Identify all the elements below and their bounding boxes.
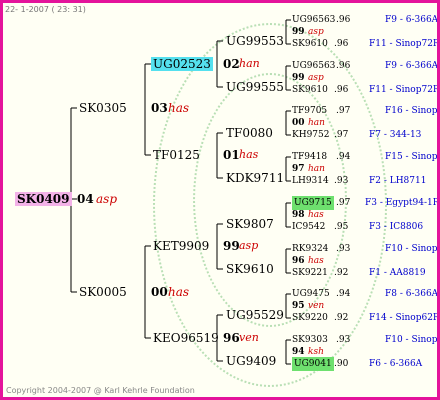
gen4-6-dam-pct: .92 xyxy=(334,313,349,323)
gen4-3-dam-pct: .93 xyxy=(334,176,349,186)
gen4-2-dam-pct: .97 xyxy=(334,130,349,140)
gen4-0-dam-pct: .96 xyxy=(334,39,349,49)
gen3-2-sire[interactable]: SK9807 xyxy=(226,217,274,231)
gen4-6-sire-src: F8 - 6-366A xyxy=(385,289,439,299)
gen3-3-race: ven xyxy=(239,331,259,344)
gen4-0-dam[interactable]: SK9610 xyxy=(292,37,328,51)
pedigree-frame: 22- 1-2007 ( 23: 31) SK0409 04 asp SK030… xyxy=(0,0,440,400)
gen4-1-sire-src: F9 - 6-366A xyxy=(385,61,439,71)
root-race: asp xyxy=(96,192,117,206)
gen4-3-sire-src: F15 - Sinop62R xyxy=(385,152,438,162)
gen4-4-dam-pct: .95 xyxy=(334,222,349,232)
gen3-1-num: 01 xyxy=(223,148,240,162)
gen4-3-sire-pct: .94 xyxy=(336,152,351,162)
gen2-1-num: 00 xyxy=(151,285,168,299)
gen4-0-sire-src: F9 - 6-366A xyxy=(385,15,439,25)
gen3-1-sire[interactable]: TF0080 xyxy=(226,126,273,140)
gen3-0-num: 02 xyxy=(223,57,240,71)
gen4-2-sire-pct: .97 xyxy=(336,106,351,116)
gen4-5-sire-pct: .93 xyxy=(336,244,351,254)
gen4-3-dam-src: F2 - LH8711 xyxy=(369,176,427,186)
gen2-1-race: has xyxy=(168,285,190,299)
gen4-7-dam[interactable]: UG9041 xyxy=(292,357,334,371)
gen4-7-sire-pct: .93 xyxy=(336,335,351,345)
gen1-dam[interactable]: SK0005 xyxy=(79,285,127,299)
gen4-3-dam[interactable]: LH9314 xyxy=(292,174,329,188)
gen3-2-dam[interactable]: SK9610 xyxy=(226,262,274,276)
gen4-4-sire-pct: .97 xyxy=(336,198,351,208)
gen4-4-dam[interactable]: IC9542 xyxy=(292,220,325,234)
gen4-5-dam-src: F1 - AA8819 xyxy=(369,268,426,278)
root-num: 04 xyxy=(77,192,94,206)
root-ring[interactable]: SK0409 xyxy=(15,192,72,206)
gen4-7-dam-pct: .90 xyxy=(334,359,349,369)
gen4-4-sire-src: F3 - Egypt94-1R xyxy=(365,198,440,208)
gen4-1-dam-pct: .96 xyxy=(334,85,349,95)
gen4-6-dam-src: F14 - Sinop62R xyxy=(369,313,440,323)
gen3-2-race: asp xyxy=(239,239,259,252)
gen2-0-dam[interactable]: TF0125 xyxy=(153,148,200,162)
copyright-footer: Copyright 2004-2007 @ Karl Kehrle Founda… xyxy=(6,386,195,395)
gen3-3-sire[interactable]: UG95529 xyxy=(226,308,284,322)
gen3-3-dam[interactable]: UG9409 xyxy=(226,354,276,368)
gen4-2-sire-src: F16 - Sinop62R xyxy=(385,106,438,116)
gen4-1-dam-src: F11 - Sinop72R xyxy=(369,85,440,95)
gen4-1-sire-pct: .96 xyxy=(336,61,351,71)
gen4-1-dam[interactable]: SK9610 xyxy=(292,83,328,97)
gen4-6-sire-pct: .94 xyxy=(336,289,351,299)
gen3-0-sire[interactable]: UG99553 xyxy=(226,34,284,48)
gen4-2-dam[interactable]: KH9752 xyxy=(292,128,329,142)
gen4-7-sire-src: F10 - Sinop72R xyxy=(385,335,438,345)
gen4-5-sire-src: F10 - Sinop72R xyxy=(385,244,438,254)
gen2-1-sire[interactable]: KET9909 xyxy=(153,239,209,253)
gen4-0-dam-src: F11 - Sinop72R xyxy=(369,39,440,49)
gen4-0-sire-pct: .96 xyxy=(336,15,351,25)
gen1-sire[interactable]: SK0305 xyxy=(79,101,127,115)
gen4-4-dam-src: F3 - IC8806 xyxy=(369,222,424,232)
gen2-0-sire[interactable]: UG02523 xyxy=(151,57,213,71)
gen4-5-dam[interactable]: SK9221 xyxy=(292,266,328,280)
gen3-3-num: 96 xyxy=(223,331,240,345)
date-header: 22- 1-2007 ( 23: 31) xyxy=(5,5,86,14)
gen3-0-race: han xyxy=(239,57,260,70)
gen2-0-race: has xyxy=(168,101,190,115)
gen4-7-dam-src: F6 - 6-366A xyxy=(369,359,423,369)
gen3-1-race: has xyxy=(239,148,259,161)
gen4-5-dam-pct: .92 xyxy=(334,268,349,278)
gen2-1-dam[interactable]: KEO96519 xyxy=(153,331,219,345)
gen3-2-num: 99 xyxy=(223,239,240,253)
gen4-2-dam-src: F7 - 344-13 xyxy=(369,130,422,140)
gen4-6-dam[interactable]: SK9220 xyxy=(292,311,328,325)
gen2-0-num: 03 xyxy=(151,101,168,115)
gen3-0-dam[interactable]: UG99555 xyxy=(226,80,284,94)
gen3-1-dam[interactable]: KDK9711 xyxy=(226,171,284,185)
